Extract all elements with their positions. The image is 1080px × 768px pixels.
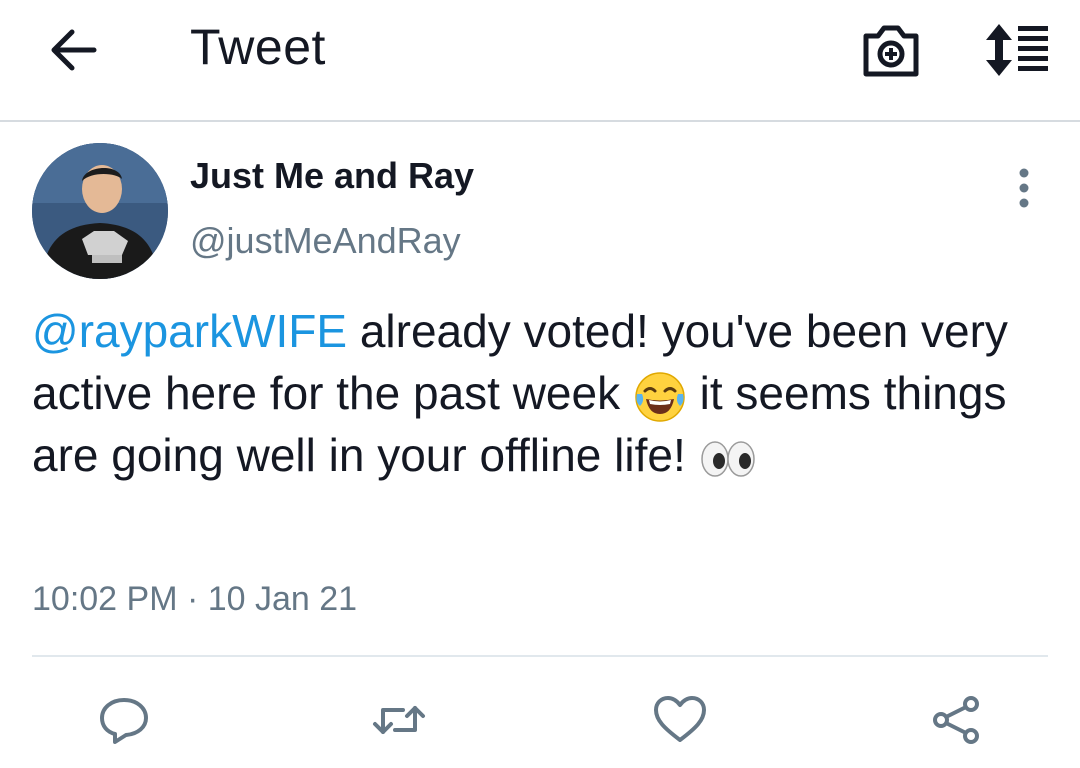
sort-replies-button[interactable] xyxy=(982,20,1052,80)
tweet-timestamp: 10:02 PM · 10 Jan 21 xyxy=(32,580,358,618)
top-app-bar: Tweet xyxy=(0,0,1080,122)
camera-button[interactable] xyxy=(858,20,924,80)
reply-icon xyxy=(100,698,148,744)
tweet-detail-screen: Tweet Just Me and Ray @justMeAndRay @ray… xyxy=(0,0,1080,768)
back-arrow-icon xyxy=(51,29,97,71)
tweet-text: @rayparkWIFE already voted! you've been … xyxy=(32,300,1042,486)
page-title: Tweet xyxy=(190,19,326,75)
back-button[interactable] xyxy=(44,22,104,78)
retweet-button[interactable] xyxy=(369,690,429,750)
more-options-button[interactable] xyxy=(1008,166,1040,210)
share-button[interactable] xyxy=(927,690,987,750)
profile-photo xyxy=(32,143,168,279)
tears-of-joy-emoji-icon xyxy=(633,370,687,424)
reply-button[interactable] xyxy=(94,690,154,750)
heart-icon xyxy=(654,696,706,742)
eyes-emoji-icon xyxy=(699,439,757,479)
sort-order-icon xyxy=(986,24,1048,76)
like-button[interactable] xyxy=(650,690,710,750)
camera-add-icon xyxy=(863,25,919,77)
author-handle[interactable]: @justMeAndRay xyxy=(190,220,461,262)
share-icon xyxy=(933,696,979,744)
author-name[interactable]: Just Me and Ray xyxy=(190,155,474,197)
mention-link[interactable]: @rayparkWIFE xyxy=(32,305,347,357)
more-vertical-icon xyxy=(1019,168,1029,208)
avatar[interactable] xyxy=(32,143,168,279)
divider xyxy=(32,655,1048,657)
retweet-icon xyxy=(373,706,425,734)
